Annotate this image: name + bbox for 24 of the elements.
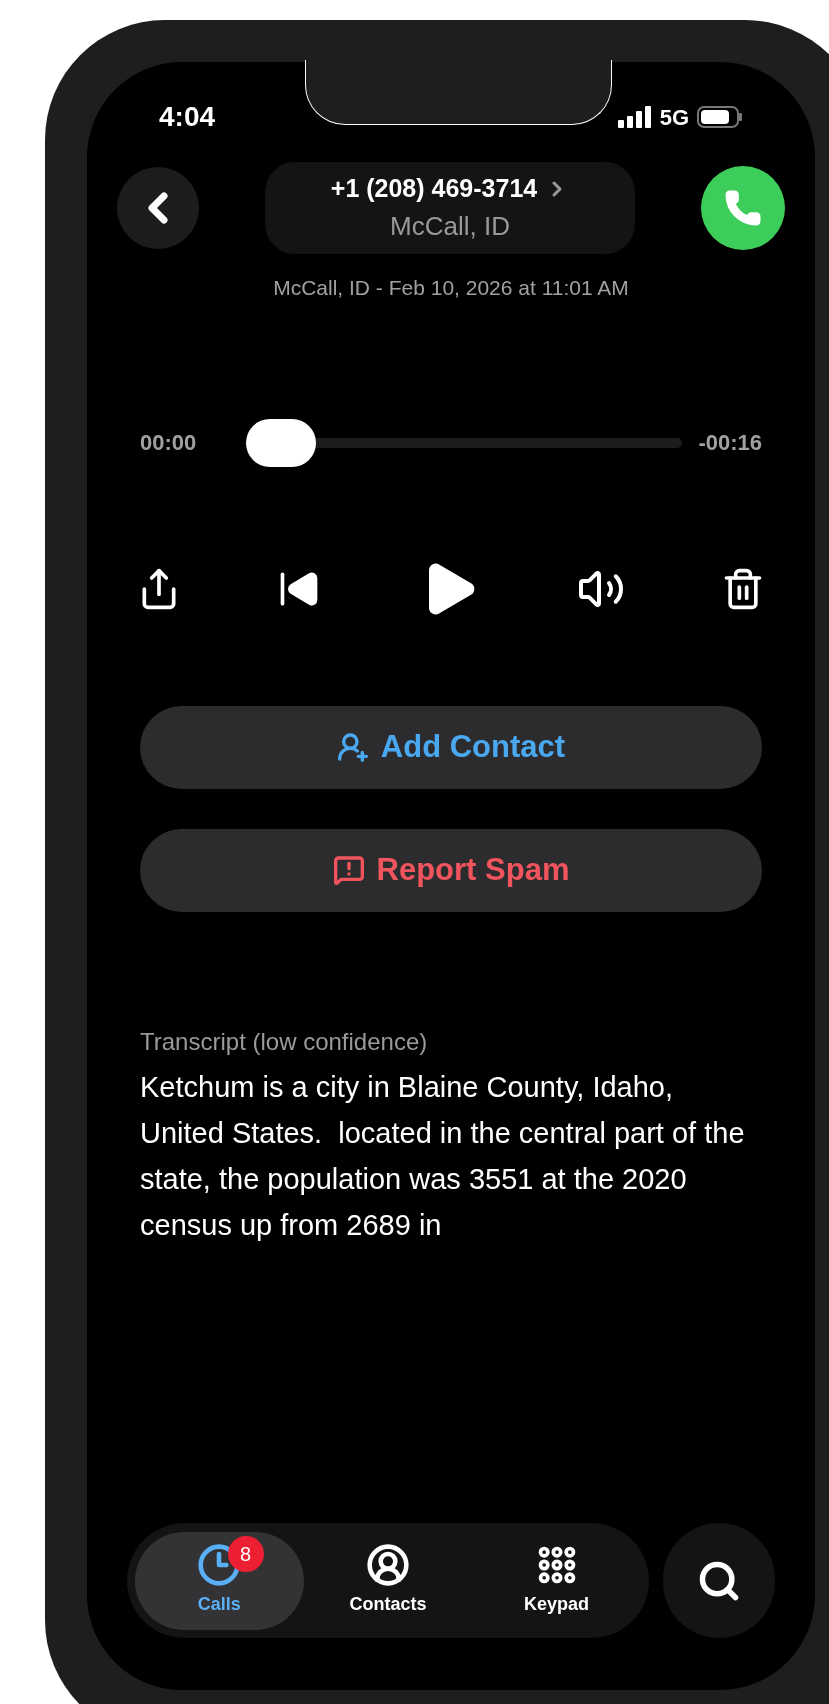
tab[interactable]: Keypad [472,1531,641,1630]
tab[interactable]: Calls 8 [135,1531,304,1630]
playback-slider[interactable] [246,418,683,467]
report-spam-button[interactable]: Report Spam [140,828,762,912]
clock-icon [197,1543,242,1587]
call-details: McCall, ID - Feb 10, 2026 at 11:01 AM [272,275,630,301]
transcript-label: Transcript (low confidence) [140,1026,429,1057]
status-time: 4:04 [159,100,216,134]
speech-alert-icon [332,854,365,886]
person-icon [365,1543,410,1587]
transcript-text: Ketchum is a city in Blaine County, Idaho, United States. located in the central part of the state, the population was 3551 at the 2020 census up from 2689 in [140,1069,746,1243]
caller-location: McCall, ID [390,210,510,244]
battery-icon [697,106,743,128]
elapsed-time: 00:00 [140,429,198,457]
add-contact-button[interactable]: Add Contact [140,705,762,789]
caller-info-button[interactable]: +1 (208) 469-3714 McCall, ID [265,162,635,254]
remaining-time: -00:16 [698,429,762,457]
phone-number: +1 (208) 469-3714 [330,172,538,204]
add-person-icon [336,731,369,763]
badge: 8 [227,1535,264,1572]
network-label: 5G [659,103,689,132]
phone-icon [723,188,763,228]
signal-icon [617,106,652,128]
tab[interactable]: Contacts [303,1531,473,1630]
